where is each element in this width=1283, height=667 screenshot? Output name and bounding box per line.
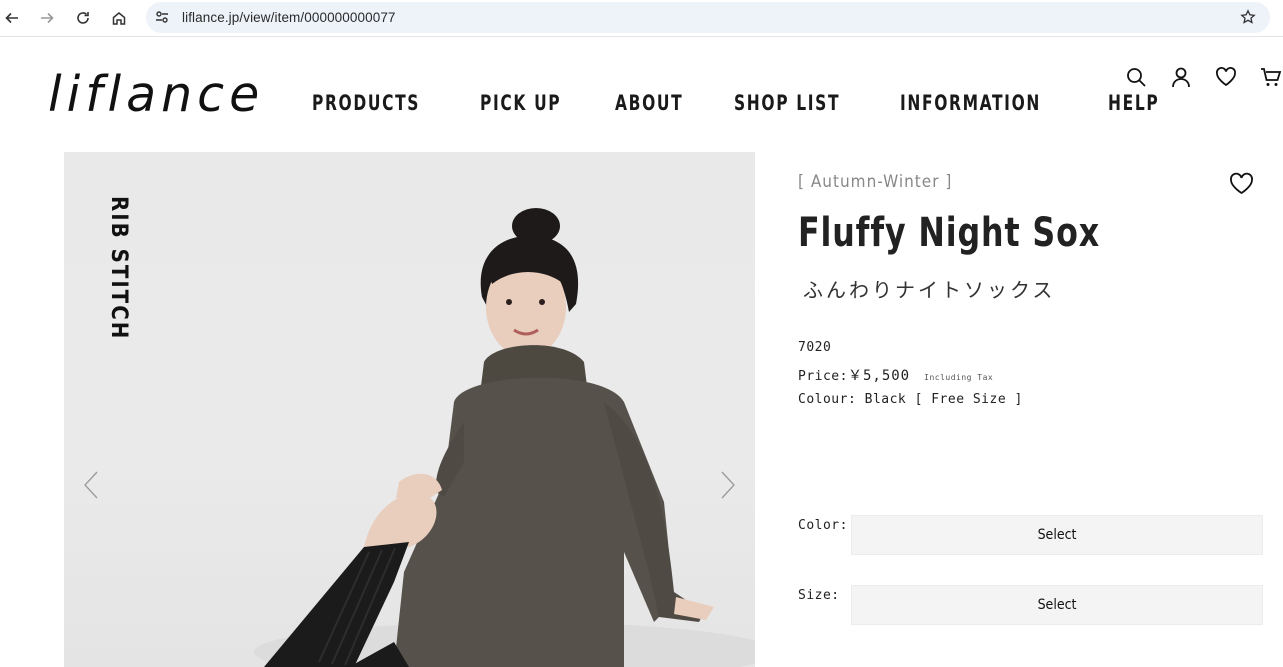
size-option-label: Size:	[798, 588, 840, 603]
product-code: 7020	[798, 340, 832, 355]
size-select[interactable]: Select	[851, 585, 1263, 625]
account-icon[interactable]	[1170, 66, 1192, 88]
product-photo	[254, 208, 755, 667]
chevron-left-icon	[84, 471, 98, 499]
colour-line: Colour: Black [ Free Size ]	[798, 392, 1023, 407]
browser-toolbar: liflance.jp/view/item/000000000077	[0, 0, 1283, 37]
favorite-button[interactable]	[1229, 172, 1254, 196]
nav-help[interactable]: HELP	[1108, 91, 1159, 115]
cart-icon[interactable]	[1260, 66, 1282, 88]
back-arrow-icon	[5, 12, 18, 24]
reload-button[interactable]	[71, 6, 95, 30]
wishlist-icon[interactable]	[1215, 66, 1237, 88]
heart-icon	[1230, 172, 1253, 195]
home-button[interactable]	[107, 6, 131, 30]
price-value: ￥5,500	[847, 368, 911, 384]
back-button[interactable]	[0, 6, 24, 30]
gallery-prev-button[interactable]	[82, 470, 100, 500]
site-info-icon[interactable]	[154, 9, 170, 25]
nav-pick-up[interactable]: PICK UP	[480, 91, 561, 115]
nav-products[interactable]: PRODUCTS	[312, 91, 420, 115]
bookmark-star-icon[interactable]	[1240, 9, 1256, 25]
nav-shop-list[interactable]: SHOP LIST	[734, 91, 840, 115]
rib-stitch-label: RIB STITCH	[106, 196, 131, 341]
chevron-right-icon	[721, 471, 735, 499]
gallery-next-button[interactable]	[719, 470, 737, 500]
header-actions	[1125, 66, 1283, 88]
url-text[interactable]: liflance.jp/view/item/000000000077	[182, 10, 396, 25]
nav-information[interactable]: INFORMATION	[900, 91, 1041, 115]
home-icon	[112, 12, 126, 25]
main-navigation: PRODUCTS PICK UP ABOUT SHOP LIST INFORMA…	[312, 91, 1206, 115]
forward-button[interactable]	[35, 6, 59, 30]
season-label: [ Autumn-Winter ]	[798, 172, 953, 192]
product-title: Fluffy Night Sox	[798, 210, 1101, 256]
price-label: Price:	[798, 369, 848, 384]
tax-note: Including Tax	[924, 373, 994, 382]
nav-about[interactable]: ABOUT	[615, 91, 683, 115]
address-bar[interactable]: liflance.jp/view/item/000000000077	[146, 2, 1270, 33]
forward-arrow-icon	[41, 12, 54, 24]
color-select[interactable]: Select	[851, 515, 1263, 555]
search-icon[interactable]	[1125, 66, 1147, 88]
reload-icon	[77, 12, 89, 24]
price-line: Price:￥5,500 Including Tax	[798, 365, 993, 385]
product-image-gallery[interactable]: RIB STITCH	[64, 152, 755, 667]
site-logo[interactable]: liflance	[48, 66, 264, 123]
color-option-label: Color:	[798, 518, 848, 533]
product-title-jp: ふんわりナイトソックス	[803, 278, 1056, 302]
